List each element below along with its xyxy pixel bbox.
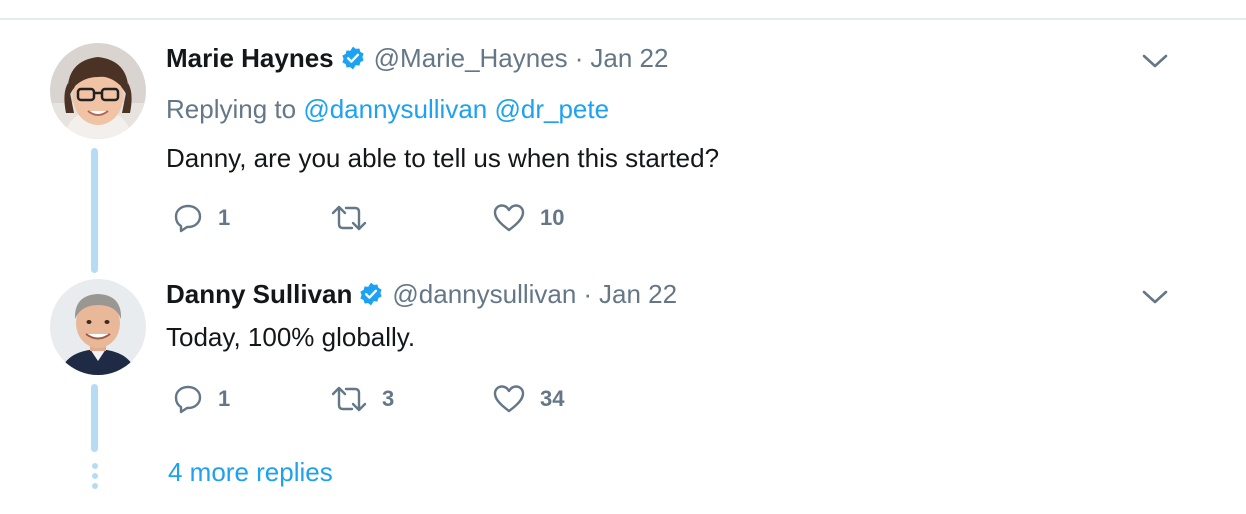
author-handle[interactable]: @dannysullivan (392, 277, 576, 311)
tweet-date[interactable]: Jan 22 (590, 41, 668, 75)
thread-dot (92, 483, 98, 489)
replying-to: Replying to @dannysullivan @dr_pete (166, 92, 609, 126)
tweet-header: Marie Haynes @Marie_Haynes · Jan 22 (166, 41, 668, 75)
avatar[interactable] (50, 279, 146, 375)
author-name[interactable]: Marie Haynes (166, 41, 334, 75)
like-button[interactable]: 34 (492, 383, 564, 415)
like-button[interactable]: 10 (492, 202, 564, 234)
top-divider (0, 18, 1246, 20)
tweet-text: Danny, are you able to tell us when this… (166, 143, 720, 173)
reply-count: 1 (218, 386, 231, 411)
heart-icon (492, 202, 526, 234)
tweet-text: Today, 100% globally. (166, 322, 416, 352)
verified-badge-icon (340, 45, 366, 71)
reply-icon (172, 202, 204, 234)
retweet-button[interactable] (330, 202, 382, 234)
separator: · (583, 279, 593, 309)
heart-icon (492, 383, 526, 415)
chevron-down-icon[interactable] (1138, 287, 1172, 307)
mention-link[interactable]: @dannysullivan (303, 94, 487, 124)
thread-dot (92, 463, 98, 469)
more-replies-link[interactable]: 4 more replies (168, 455, 333, 489)
thread-connector (91, 384, 98, 452)
avatar[interactable] (50, 43, 146, 139)
author-handle[interactable]: @Marie_Haynes (374, 41, 568, 75)
replying-prefix: Replying to (166, 94, 297, 124)
author-name[interactable]: Danny Sullivan (166, 277, 352, 311)
chevron-down-icon[interactable] (1138, 51, 1172, 71)
thread-connector (91, 148, 98, 273)
tweet-header: Danny Sullivan @dannysullivan · Jan 22 (166, 277, 677, 311)
verified-badge-icon (358, 281, 384, 307)
retweet-button[interactable]: 3 (330, 383, 394, 415)
retweet-icon (330, 202, 368, 234)
reply-count: 1 (218, 205, 231, 230)
reply-button[interactable]: 1 (172, 202, 230, 234)
like-count: 10 (540, 205, 565, 230)
retweet-count: 3 (382, 386, 395, 411)
like-count: 34 (540, 386, 565, 411)
mention-link[interactable]: @dr_pete (495, 94, 610, 124)
tweet-date[interactable]: Jan 22 (599, 277, 677, 311)
reply-button[interactable]: 1 (172, 383, 230, 415)
thread-dot (92, 473, 98, 479)
separator: · (574, 43, 584, 73)
retweet-icon (330, 383, 368, 415)
reply-icon (172, 383, 204, 415)
